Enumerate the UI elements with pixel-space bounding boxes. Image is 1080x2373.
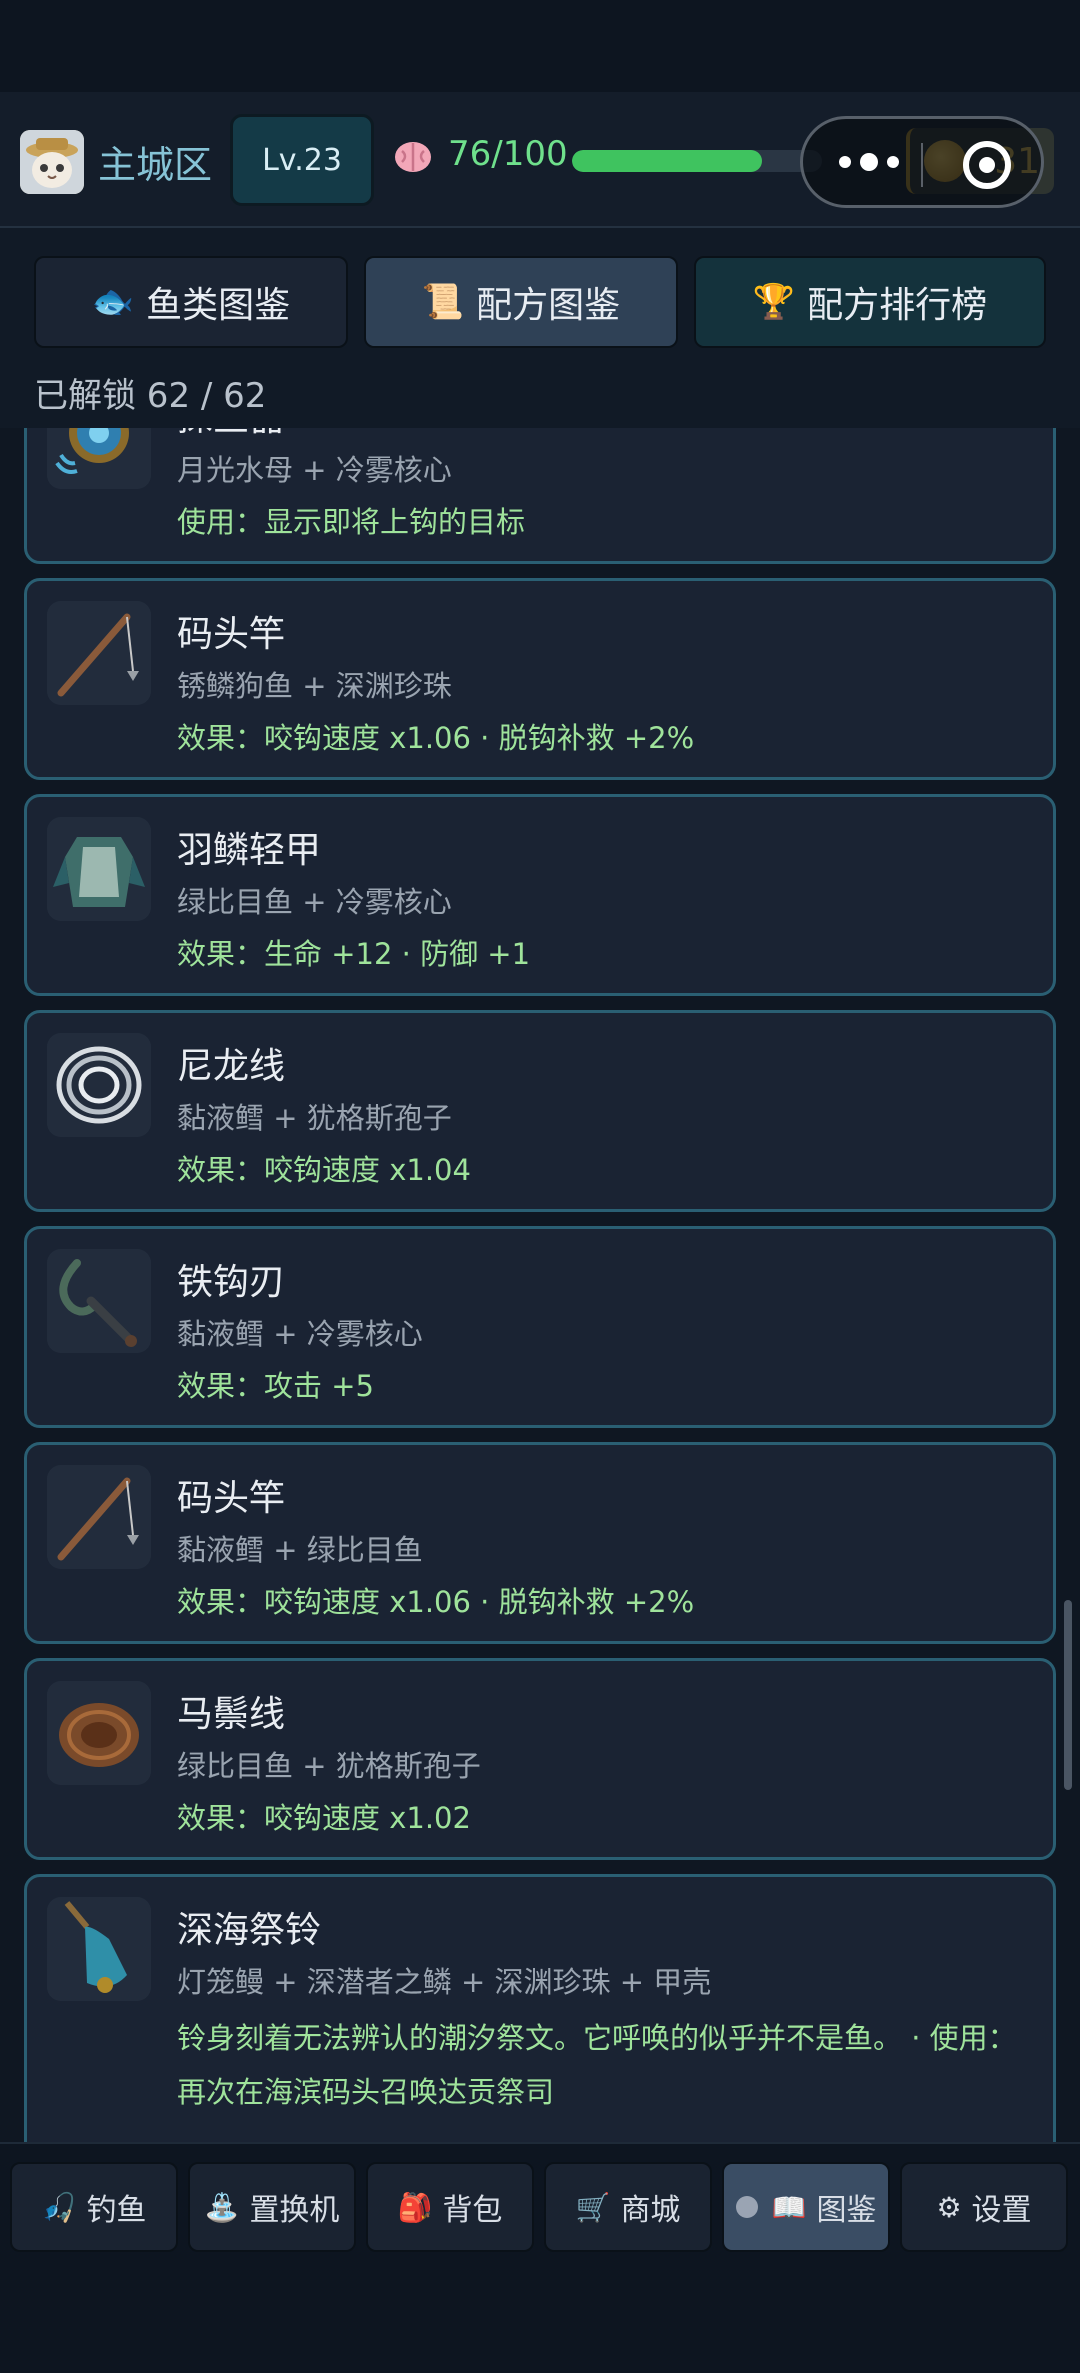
top-header: 主城区 Lv.23 76/100 31 <box>0 92 1080 228</box>
recipe-description: 铃身刻着无法辨认的潮汐祭文。它呼唤的似乎并不是鱼。 · 使用：再次在海滨码头召唤… <box>177 2021 1017 2109</box>
tab-recipe-ranking[interactable]: 🏆 配方排行榜 <box>694 256 1046 348</box>
fish-icon: 🐟 <box>91 282 135 322</box>
recipe-card[interactable]: 码头竿 锈鳞狗鱼 + 深渊珍珠 效果：咬钩速度 x1.06 · 脱钩补救 +2% <box>24 578 1056 780</box>
bell-icon <box>47 1897 151 2001</box>
recipe-card[interactable]: 深海祭铃 灯笼鳗 + 深潜者之鳞 + 深渊珍珠 + 甲壳 铃身刻着无法辨认的潮汐… <box>24 1874 1056 2142</box>
recipe-card[interactable]: 码头竿 黏液鳕 + 绿比目鱼 效果：咬钩速度 x1.06 · 脱钩补救 +2% <box>24 1442 1056 1644</box>
hook-blade-icon <box>47 1249 151 1353</box>
recipe-effect: 效果：攻击 +5 <box>177 1369 374 1403</box>
energy-bar <box>572 150 822 172</box>
trophy-icon: 🏆 <box>752 282 796 322</box>
recipe-ingredients: 黏液鳕 + 冷雾核心 <box>177 1317 423 1351</box>
nav-shop[interactable]: 🛒 商城 <box>544 2162 712 2252</box>
nav-backpack[interactable]: 🎒 背包 <box>366 2162 534 2252</box>
recipe-card[interactable]: 羽鳞轻甲 绿比目鱼 + 冷雾核心 效果：生命 +12 · 防御 +1 <box>24 794 1056 996</box>
fishing-icon: 🎣 <box>41 2190 77 2224</box>
fishing-rod-icon <box>47 1465 151 1569</box>
armor-icon <box>47 817 151 921</box>
recipe-effect: 效果：咬钩速度 x1.02 <box>177 1801 471 1835</box>
recipe-ingredients: 绿比目鱼 + 犹格斯孢子 <box>177 1749 481 1783</box>
recipe-effect: 效果：生命 +12 · 防御 +1 <box>177 937 531 971</box>
dot-icon <box>735 2196 758 2218</box>
fishing-rod-icon <box>47 601 151 705</box>
close-target-icon[interactable] <box>963 141 1011 189</box>
recipe-card[interactable]: 探鱼器 月光水母 + 冷雾核心 使用：显示即将上钩的目标 <box>24 428 1056 564</box>
recipe-effect: 效果：咬钩速度 x1.06 · 脱钩补救 +2% <box>177 721 695 755</box>
recipe-ingredients: 黏液鳕 + 绿比目鱼 <box>177 1533 423 1567</box>
recipe-name: 码头竿 <box>177 1478 286 1519</box>
tab-bar: 🐟 鱼类图鉴 📜 配方图鉴 🏆 配方排行榜 已解锁 62 / 62 <box>0 228 1080 428</box>
nav-label: 图鉴 <box>816 2193 877 2228</box>
recipe-name: 马鬃线 <box>177 1694 286 1735</box>
backpack-icon: 🎒 <box>397 2190 433 2224</box>
miniprogram-capsule <box>800 116 1044 208</box>
capsule-divider <box>921 143 923 187</box>
recipe-name: 探鱼器 <box>177 428 285 441</box>
recipe-name: 羽鳞轻甲 <box>177 830 322 871</box>
nav-exchanger[interactable]: ⛲ 置换机 <box>188 2162 356 2252</box>
more-icon[interactable] <box>839 147 899 177</box>
nylon-line-icon <box>47 1033 151 1137</box>
unlocked-count: 已解锁 62 / 62 <box>34 376 267 416</box>
nav-label: 背包 <box>442 2193 503 2228</box>
detector-icon <box>47 428 151 489</box>
nav-label: 钓鱼 <box>86 2193 147 2228</box>
recipe-ingredients: 月光水母 + 冷雾核心 <box>177 453 452 487</box>
tab-label: 配方图鉴 <box>476 285 621 326</box>
recipe-name: 深海祭铃 <box>177 1910 322 1951</box>
nav-label: 设置 <box>971 2193 1032 2228</box>
brain-icon <box>395 142 431 172</box>
level-badge[interactable]: Lv.23 <box>230 114 374 206</box>
avatar[interactable] <box>20 130 84 194</box>
recipe-card[interactable]: 尼龙线 黏液鳕 + 犹格斯孢子 效果：咬钩速度 x1.04 <box>24 1010 1056 1212</box>
nav-label: 商城 <box>620 2193 681 2228</box>
cat-avatar-icon <box>20 130 84 194</box>
recipe-ingredients: 绿比目鱼 + 冷雾核心 <box>177 885 452 919</box>
recipe-ingredients: 黏液鳕 + 犹格斯孢子 <box>177 1101 452 1135</box>
recipe-effect: 使用：显示即将上钩的目标 <box>177 505 526 539</box>
zone-name: 主城区 <box>98 143 213 187</box>
tab-label: 配方排行榜 <box>807 285 988 326</box>
recipe-effect: 效果：咬钩速度 x1.04 <box>177 1153 471 1187</box>
recipe-name: 尼龙线 <box>177 1046 286 1087</box>
nav-fishing[interactable]: 🎣 钓鱼 <box>10 2162 178 2252</box>
nav-label: 置换机 <box>249 2193 340 2228</box>
tab-label: 鱼类图鉴 <box>146 285 291 326</box>
exchanger-icon: ⛲ <box>204 2190 240 2224</box>
recipe-name: 码头竿 <box>177 614 286 655</box>
bottom-nav: 🎣 钓鱼 ⛲ 置换机 🎒 背包 🛒 商城 📖 图鉴 ⚙ 设置 <box>0 2142 1080 2373</box>
horsehair-line-icon <box>47 1681 151 1785</box>
recipe-ingredients: 锈鳞狗鱼 + 深渊珍珠 <box>177 669 452 703</box>
scroll-icon: 📜 <box>421 282 465 322</box>
book-icon: 📖 <box>771 2190 807 2224</box>
nav-settings[interactable]: ⚙ 设置 <box>900 2162 1068 2252</box>
recipe-name: 铁钩刃 <box>177 1262 286 1303</box>
tab-recipe-guide[interactable]: 📜 配方图鉴 <box>364 256 678 348</box>
recipe-ingredients: 灯笼鳗 + 深潜者之鳞 + 深渊珍珠 + 甲壳 <box>177 1965 712 1999</box>
energy-bar-fill <box>572 150 762 172</box>
energy-value: 76/100 <box>448 134 568 174</box>
cart-icon: 🛒 <box>575 2190 611 2224</box>
gear-icon: ⚙ <box>936 2190 962 2224</box>
status-bar <box>0 0 1080 92</box>
recipe-card[interactable]: 铁钩刃 黏液鳕 + 冷雾核心 效果：攻击 +5 <box>24 1226 1056 1428</box>
recipe-card[interactable]: 马鬃线 绿比目鱼 + 犹格斯孢子 效果：咬钩速度 x1.02 <box>24 1658 1056 1860</box>
recipe-effect: 效果：咬钩速度 x1.06 · 脱钩补救 +2% <box>177 1585 695 1619</box>
nav-guide[interactable]: 📖 图鉴 <box>722 2162 890 2252</box>
tab-fish-guide[interactable]: 🐟 鱼类图鉴 <box>34 256 348 348</box>
scrollbar[interactable] <box>1064 1600 1072 1790</box>
recipe-list[interactable]: 探鱼器 月光水母 + 冷雾核心 使用：显示即将上钩的目标 码头竿 锈鳞狗鱼 + … <box>0 428 1080 2142</box>
